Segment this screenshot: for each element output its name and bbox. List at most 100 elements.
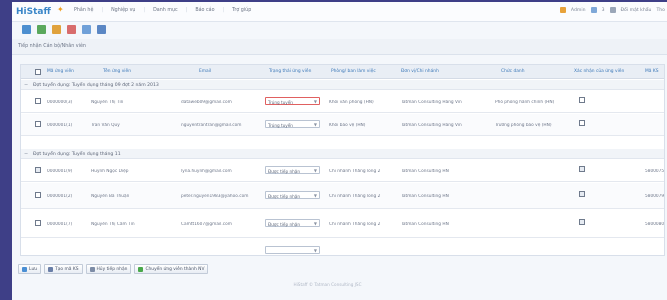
key-icon [609, 7, 616, 13]
chevron-down-icon: ▼ [313, 221, 317, 226]
cell-unit: Tatman Consulting Hàng Vin [401, 100, 462, 105]
cell-title: Phó phòng hành chính (HN) [495, 100, 555, 105]
id-card-icon [48, 266, 54, 272]
collapse-icon[interactable]: − [24, 82, 28, 88]
edit-icon[interactable] [52, 24, 61, 34]
group-row[interactable]: − Đợt tuyển dụng: Tuyển dụng tháng 11 [21, 149, 664, 159]
cancel-intake-button[interactable]: Hủy tiếp nhận [85, 264, 132, 274]
table-row[interactable]: 0000001(1) Trần Văn Quý nguyentrantran@g… [21, 114, 664, 136]
group-label: Đợt tuyển dụng: Tuyển dụng tháng 11 [33, 151, 121, 157]
app-logo[interactable]: HiStaff [16, 7, 51, 17]
change-password-link[interactable]: Đổi mật khẩu [621, 8, 652, 13]
check-icon [138, 266, 144, 272]
delete-icon[interactable] [67, 24, 76, 34]
confirm-checkbox[interactable] [579, 120, 585, 126]
row-checkbox[interactable] [35, 167, 41, 173]
cell-email: nguyentrantran@gmail.com [181, 123, 242, 128]
save-button[interactable]: Lưu [18, 264, 42, 274]
cell-dept: Khối bảo vệ (HN) [329, 123, 366, 128]
table-row[interactable]: 0000001(9) Huỳnh Ngọc Diệp lyna.huynh@gm… [21, 160, 664, 182]
cell-title: Trưởng phòng bảo vệ (HN) [495, 123, 552, 128]
cancel-intake-label: Hủy tiếp nhận [96, 266, 128, 272]
action-bar: Lưu Tạo mã KS Hủy tiếp nhận Chuyển ứng v… [18, 264, 209, 274]
convert-to-employee-button[interactable]: Chuyển ứng viên thành NV [134, 264, 209, 274]
col-header-code[interactable]: Mã ứng viên [47, 69, 74, 74]
menu-divider: | [143, 8, 146, 13]
export-icon[interactable] [97, 24, 106, 34]
cell-code: 0000001(9) [47, 169, 73, 174]
cell-name: Nguyễn Bá Thuận [91, 194, 130, 199]
col-header-unit[interactable]: Đơn vị/Chi nhánh [401, 69, 439, 74]
col-header-title[interactable]: Chức danh [501, 69, 524, 74]
confirm-checkbox[interactable] [579, 166, 585, 172]
status-select-value: Trúng tuyển [268, 99, 293, 105]
col-header-ks[interactable]: Mã KS [645, 69, 659, 74]
notification-count[interactable]: 3 [602, 8, 605, 13]
status-select-value: Được tiếp nhận [268, 193, 300, 199]
col-header-status[interactable]: Trạng thái ứng viên [269, 69, 311, 74]
user-name[interactable]: Admin [571, 8, 586, 13]
add-icon[interactable] [37, 24, 46, 34]
confirm-checkbox[interactable] [579, 191, 585, 197]
top-bar: HiStaff ✦ Phân hệ | Nghiệp vụ | Danh mục | … [12, 2, 667, 22]
status-select[interactable]: Trúng tuyển ▼ [265, 97, 320, 105]
refresh-icon[interactable] [82, 24, 91, 34]
exit-link[interactable]: Tho [656, 8, 665, 13]
menu-item-bao-cao[interactable]: Báo cáo [195, 8, 214, 13]
cell-unit: Tatman Consulting HN [401, 169, 449, 174]
create-ks-code-label: Tạo mã KS [55, 266, 79, 272]
chevron-down-icon: ▼ [313, 122, 317, 127]
cell-ks: 5800079 [645, 194, 665, 199]
confirm-checkbox[interactable] [579, 219, 585, 225]
status-select[interactable]: Được tiếp nhận ▼ [265, 191, 320, 199]
confirm-checkbox[interactable] [579, 97, 585, 103]
menu-item-phan-he[interactable]: Phân hệ [74, 8, 93, 13]
status-select[interactable]: Được tiếp nhận ▼ [265, 166, 320, 174]
notification-icon[interactable] [590, 7, 597, 13]
cell-email: Camtt1607@gmail.com [181, 222, 232, 227]
user-icon [559, 7, 566, 13]
cell-email: lyna.huynh@gmail.com [181, 169, 232, 174]
cell-dept: Chi nhánh Thăng long 2 [329, 194, 381, 199]
menu-divider: | [222, 8, 225, 13]
footer-copyright: HiStaff © Tatman Consulting JSC [293, 282, 362, 287]
save-button-label: Lưu [29, 266, 38, 272]
save-icon[interactable] [22, 24, 31, 34]
cell-unit: Tatman Consulting HN [401, 222, 449, 227]
cell-email: dataweb09@gmail.com [181, 100, 232, 105]
create-ks-code-button[interactable]: Tạo mã KS [44, 264, 83, 274]
row-checkbox[interactable] [35, 121, 41, 127]
col-header-confirm[interactable]: Xác nhận của ứng viên [574, 69, 624, 74]
row-checkbox[interactable] [35, 192, 41, 198]
chevron-down-icon: ▼ [313, 99, 317, 104]
table-row[interactable]: 0000001(7) Nguyễn Thị Cẩm Tín Camtt1607@… [21, 210, 664, 238]
cancel-icon [89, 266, 95, 272]
col-header-name[interactable]: Tên ứng viên [103, 69, 131, 74]
cell-dept: Khối văn phòng (HN) [329, 100, 374, 105]
cell-email: peter.nguyen1983@yahoo.com [181, 194, 249, 199]
status-select[interactable]: Trúng tuyển ▼ [265, 120, 320, 128]
row-checkbox[interactable] [35, 98, 41, 104]
group-row[interactable]: − Đợt tuyển dụng: Tuyển dụng tháng 09 đợ… [21, 80, 664, 90]
select-all-checkbox[interactable] [35, 69, 41, 75]
menu-item-danh-muc[interactable]: Danh mục [153, 8, 178, 13]
toolbar [12, 23, 667, 35]
user-area: Admin 3 Đổi mật khẩu Tho [559, 7, 665, 13]
cell-name: Nguyễn Thị Tín [91, 100, 124, 105]
group-label: Đợt tuyển dụng: Tuyển dụng tháng 09 đợt … [33, 82, 159, 88]
status-select[interactable]: Được tiếp nhận ▼ [265, 219, 320, 227]
table-row[interactable]: 0000001(2) Nguyễn Bá Thuận peter.nguyen1… [21, 183, 665, 209]
logo-mark-icon: ✦ [57, 5, 64, 14]
table-row[interactable]: 0000000(3) Nguyễn Thị Tín dataweb09@gmai… [21, 91, 664, 113]
status-select-value: Trúng tuyển [268, 122, 293, 128]
col-header-dept[interactable]: Phòng/ ban làm việc [331, 69, 376, 74]
col-header-email[interactable]: Email [199, 69, 211, 74]
collapse-icon[interactable]: − [24, 151, 28, 157]
menu-item-tro-giup[interactable]: Trợ giúp [232, 8, 251, 13]
status-select[interactable]: ▼ [265, 246, 320, 254]
cell-code: 0000000(3) [47, 100, 73, 105]
row-checkbox[interactable] [35, 220, 41, 226]
chevron-down-icon: ▼ [313, 248, 317, 253]
menu-item-nghiep-vu[interactable]: Nghiệp vụ [111, 8, 135, 13]
main-menu: Phân hệ | Nghiệp vụ | Danh mục | Báo cáo | T… [74, 8, 251, 13]
